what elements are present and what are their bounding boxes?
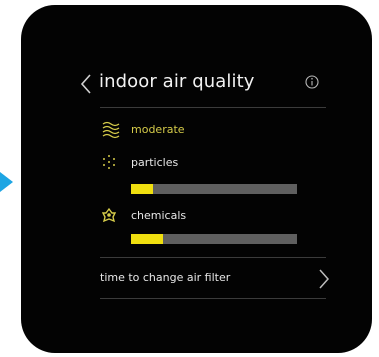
chevron-right-icon	[319, 269, 330, 289]
divider	[100, 257, 326, 258]
particles-icon	[103, 155, 115, 169]
particles-level-fill	[131, 184, 153, 194]
air-waves-icon	[102, 121, 120, 139]
air-quality-label: moderate	[131, 123, 185, 136]
change-air-filter-item[interactable]: time to change air filter	[100, 267, 330, 293]
divider	[100, 298, 326, 299]
chemicals-label: chemicals	[131, 209, 187, 222]
page-header: indoor air quality	[79, 71, 327, 99]
divider	[100, 107, 326, 108]
thermostat-device: indoor air quality moderate particles ch…	[21, 5, 372, 353]
pointer-arrow	[0, 172, 13, 192]
chemicals-row: chemicals	[101, 207, 301, 227]
info-icon[interactable]	[305, 75, 319, 89]
screen: indoor air quality moderate particles ch…	[21, 5, 372, 353]
back-chevron-icon[interactable]	[79, 73, 93, 95]
chemicals-level-bar	[131, 234, 297, 244]
particles-level-bar	[131, 184, 297, 194]
air-quality-status: moderate	[101, 121, 301, 141]
particles-label: particles	[131, 156, 179, 169]
change-air-filter-label: time to change air filter	[100, 271, 231, 284]
chemicals-icon	[101, 207, 117, 223]
page-title: indoor air quality	[99, 71, 255, 92]
particles-row: particles	[101, 154, 301, 174]
chemicals-level-fill	[131, 234, 163, 244]
